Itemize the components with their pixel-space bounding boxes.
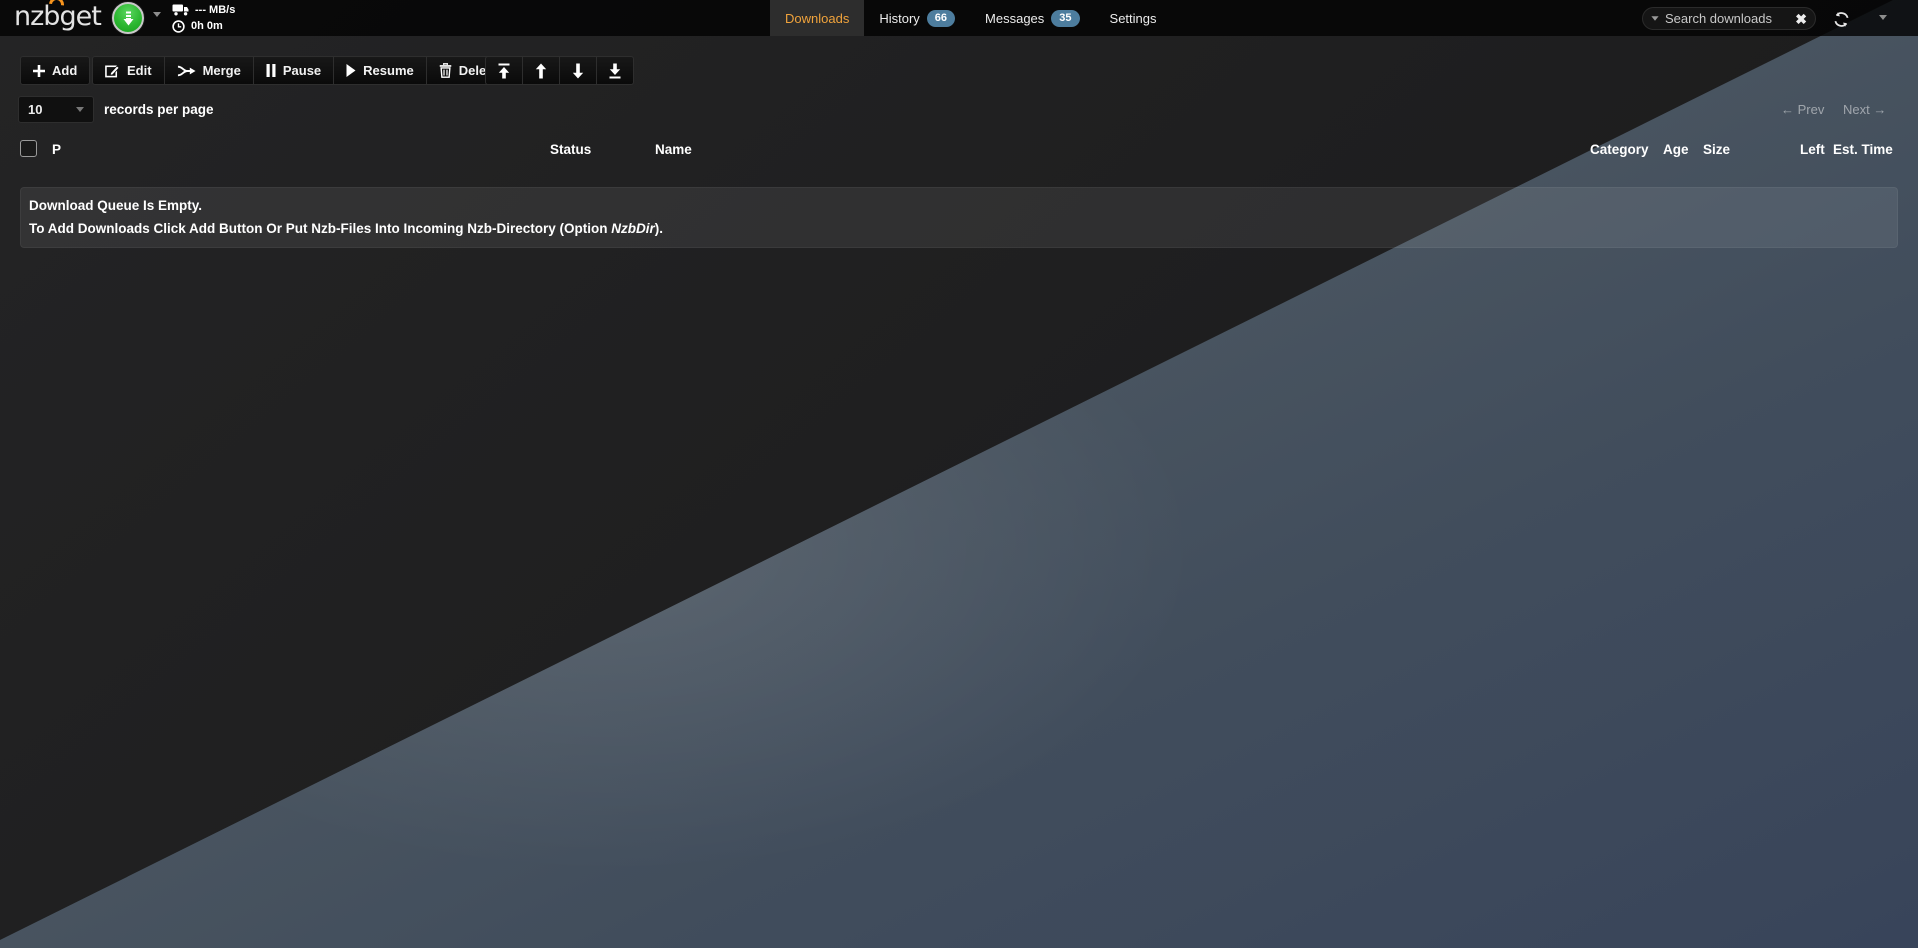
select-all-checkbox[interactable]: [20, 140, 37, 157]
logo-text: nz: [14, 1, 43, 32]
add-button[interactable]: Add: [20, 56, 90, 85]
tab-messages[interactable]: Messages 35: [970, 0, 1095, 36]
messages-count-badge: 35: [1051, 10, 1079, 27]
refresh-button[interactable]: [1830, 8, 1852, 30]
navbar: nzbget --- MB/s: [0, 0, 1918, 36]
status-indicators: --- MB/s 0h 0m: [172, 2, 235, 34]
column-header-left: Left: [1800, 142, 1825, 157]
arrow-down-icon: [571, 63, 585, 79]
nzbget-logo: nzbget: [14, 1, 101, 32]
empty-queue-message: To Add Downloads Click Add Button Or Put…: [29, 219, 1889, 239]
search-input[interactable]: [1665, 11, 1789, 26]
column-header-age: Age: [1663, 142, 1689, 157]
history-count-badge: 66: [927, 10, 955, 27]
nzbdir-option-name: NzbDir: [611, 221, 655, 236]
merge-icon: [177, 64, 196, 78]
column-header-name: Name: [655, 142, 692, 157]
search-options-caret-icon[interactable]: [1651, 16, 1658, 21]
arrow-up-icon: [534, 63, 548, 79]
plus-icon: [33, 65, 45, 77]
tab-history[interactable]: History 66: [864, 0, 970, 36]
time-left-value: 0h 0m: [191, 18, 223, 34]
download-arrow-icon: [121, 10, 136, 27]
nav-dropdown-caret-icon[interactable]: [1879, 15, 1887, 20]
edit-icon: [105, 63, 120, 78]
column-header-category: Category: [1590, 142, 1649, 157]
column-header-est-time: Est. Time: [1833, 142, 1893, 157]
next-page-link[interactable]: Next →: [1843, 102, 1886, 117]
trash-icon: [439, 63, 452, 78]
prev-page-link[interactable]: ← Prev: [1781, 102, 1824, 117]
merge-button[interactable]: Merge: [164, 56, 254, 85]
refresh-icon: [1833, 11, 1850, 28]
tab-settings[interactable]: Settings: [1095, 0, 1172, 36]
move-down-button[interactable]: [559, 56, 597, 85]
main-nav-tabs: Downloads History 66 Messages 35 Setting…: [770, 0, 1172, 36]
move-up-button[interactable]: [522, 56, 560, 85]
empty-queue-panel: Download Queue Is Empty. To Add Download…: [20, 187, 1898, 248]
column-header-status: Status: [550, 142, 591, 157]
add-download-caret-icon[interactable]: [153, 12, 161, 17]
resume-button[interactable]: Resume: [333, 56, 427, 85]
nzbget-app: nzbget --- MB/s: [0, 0, 1918, 948]
move-bottom-button[interactable]: [596, 56, 634, 85]
arrow-to-bottom-icon: [608, 63, 622, 79]
speed-value: --- MB/s: [195, 2, 235, 18]
speed-truck-icon: [172, 4, 189, 16]
arrow-to-top-icon: [497, 63, 511, 79]
records-per-page-label: records per page: [104, 96, 214, 123]
select-caret-icon: [76, 107, 84, 112]
pause-icon: [266, 64, 276, 77]
add-download-button[interactable]: [112, 2, 144, 34]
queue-table-header: P Status Name Category Age Size Left Est…: [0, 136, 1918, 166]
column-header-size: Size: [1703, 142, 1730, 157]
empty-queue-title: Download Queue Is Empty.: [29, 196, 1889, 216]
time-clock-icon: [172, 20, 185, 33]
search-box: ✖: [1642, 7, 1816, 30]
records-per-page-select[interactable]: 10: [18, 96, 94, 123]
edit-button[interactable]: Edit: [92, 56, 165, 85]
search-clear-icon[interactable]: ✖: [1795, 12, 1807, 26]
move-top-button[interactable]: [485, 56, 523, 85]
play-icon: [346, 64, 356, 77]
pagination-row: 10 records per page ← Prev Next →: [0, 96, 1918, 123]
pause-button[interactable]: Pause: [253, 56, 334, 85]
tab-downloads[interactable]: Downloads: [770, 0, 864, 36]
column-header-priority: P: [52, 142, 61, 157]
